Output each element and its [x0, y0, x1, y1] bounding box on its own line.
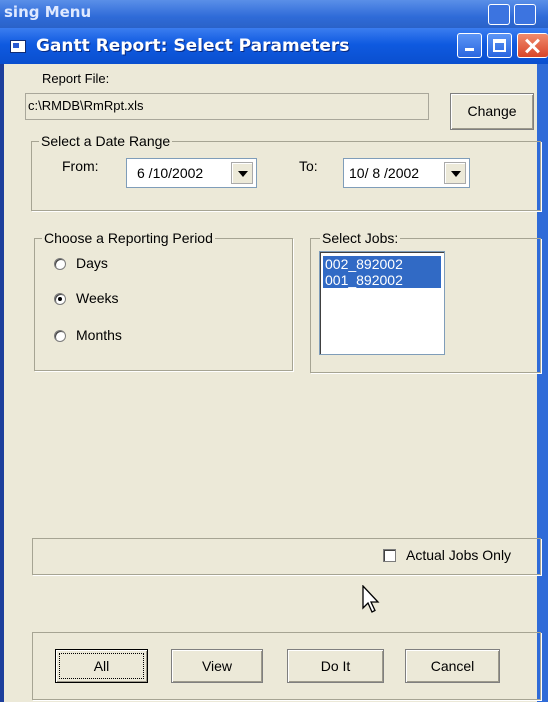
to-date-picker[interactable]: 10/ 8 /2002 [343, 158, 470, 188]
view-button[interactable]: View [171, 649, 263, 683]
background-maximize-button[interactable] [514, 4, 536, 25]
radio-days-button[interactable] [54, 258, 66, 270]
dialog-left-edge [0, 28, 4, 702]
cancel-button[interactable]: Cancel [405, 649, 500, 683]
dialog-title: Gantt Report: Select Parameters [36, 36, 350, 56]
change-button[interactable]: Change [450, 93, 534, 130]
report-file-field: c:\RMDB\RmRpt.xls [25, 93, 429, 120]
from-date-dropdown-arrow[interactable] [231, 162, 253, 184]
to-date-dropdown-arrow[interactable] [444, 162, 466, 184]
all-button[interactable]: All [55, 649, 148, 683]
to-label: To: [299, 158, 318, 174]
radio-months-button[interactable] [54, 330, 66, 342]
radio-months-label: Months [76, 327, 122, 343]
from-label: From: [62, 158, 99, 174]
list-item[interactable]: 002_892002 [323, 256, 441, 272]
from-date-picker[interactable]: 6 /10/2002 [126, 158, 257, 188]
radio-days[interactable]: Days [54, 255, 174, 273]
radio-days-label: Days [76, 255, 108, 271]
app-window-icon [10, 40, 26, 53]
background-minimize-button[interactable] [488, 4, 510, 25]
select-jobs-legend: Select Jobs: [320, 230, 401, 246]
close-button[interactable] [517, 33, 548, 58]
actual-jobs-only-label: Actual Jobs Only [406, 547, 512, 563]
actual-jobs-only-box[interactable] [383, 549, 396, 562]
report-file-value: c:\RMDB\RmRpt.xls [28, 98, 144, 113]
do-it-button[interactable]: Do It [287, 649, 384, 683]
maximize-button[interactable] [487, 33, 512, 58]
minimize-button[interactable] [457, 33, 482, 58]
radio-weeks-button[interactable] [54, 293, 66, 305]
from-date-value: 6 /10/2002 [137, 165, 204, 181]
radio-months[interactable]: Months [54, 327, 174, 345]
to-date-value: 10/ 8 /2002 [349, 165, 420, 181]
actual-jobs-only-checkbox[interactable]: Actual Jobs Only [383, 547, 533, 565]
jobs-list[interactable]: 002_892002 001_892002 [319, 251, 445, 355]
radio-weeks[interactable]: Weeks [54, 290, 174, 308]
reporting-period-legend: Choose a Reporting Period [42, 230, 215, 246]
mouse-cursor-icon [362, 585, 380, 613]
background-window-title: sing Menu [4, 3, 92, 21]
date-range-legend: Select a Date Range [39, 133, 173, 149]
list-item[interactable]: 001_892002 [323, 272, 441, 288]
report-file-label: Report File: [42, 71, 110, 86]
radio-weeks-label: Weeks [76, 290, 119, 306]
